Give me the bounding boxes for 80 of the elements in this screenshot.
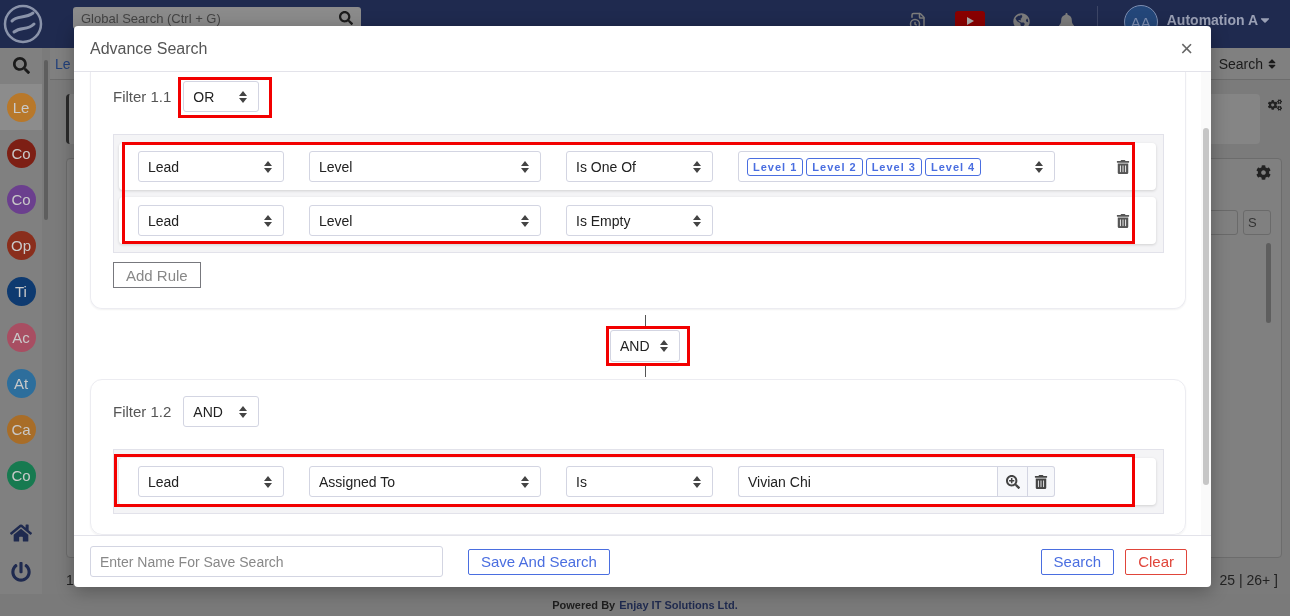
- sidebar-item[interactable]: Co: [0, 452, 42, 498]
- scrollbar-thumb[interactable]: [1266, 243, 1271, 323]
- sort-caret-icon: [264, 475, 272, 488]
- clear-value-button[interactable]: [1028, 466, 1055, 497]
- field-select[interactable]: Assigned To: [309, 466, 541, 497]
- group-operator-select[interactable]: AND: [183, 396, 260, 427]
- zoom-in-icon: [1005, 474, 1020, 489]
- operator-select[interactable]: Is Empty: [566, 205, 713, 236]
- sidebar-item[interactable]: At: [0, 360, 42, 406]
- clear-button[interactable]: Clear: [1125, 548, 1187, 575]
- trash-icon: [1034, 474, 1048, 489]
- module-avatar: Ti: [6, 276, 36, 306]
- filter-label: Filter 1.1: [113, 88, 172, 105]
- settings-icon[interactable]: [1256, 165, 1271, 180]
- value-select[interactable]: Level 1 Level 2 Level 3 Level 4: [738, 151, 1055, 182]
- module-avatar: At: [6, 368, 36, 398]
- filter-button[interactable]: S: [1243, 210, 1271, 235]
- module-avatar: Co: [6, 138, 36, 168]
- operator-select[interactable]: Is One Of: [566, 151, 713, 182]
- sidebar-item[interactable]: Op: [0, 222, 42, 268]
- sort-caret-icon: [693, 160, 701, 173]
- save-name-field[interactable]: Enter Name For Save Search: [90, 546, 443, 577]
- footer-text: Powered By: [552, 599, 616, 611]
- module-avatar: Co: [6, 184, 36, 214]
- dialog-title: Advance Search: [90, 39, 208, 58]
- logo-icon[interactable]: [3, 4, 43, 44]
- sort-caret-icon: [693, 475, 701, 488]
- value-tag: Level 3: [865, 157, 922, 176]
- delete-rule-button[interactable]: [1116, 159, 1130, 174]
- module-select[interactable]: Lead: [138, 151, 284, 182]
- value-tag: Level 4: [924, 157, 982, 176]
- operator-select[interactable]: Is: [566, 466, 713, 497]
- add-rule-button[interactable]: Add Rule: [113, 262, 201, 288]
- value-field[interactable]: Vivian Chi: [738, 466, 997, 497]
- sort-caret-icon: [239, 90, 248, 103]
- sort-caret-icon: [264, 214, 272, 227]
- delete-rule-button[interactable]: [1116, 213, 1130, 228]
- sort-caret-icon: [660, 340, 668, 352]
- value-tag: Level 2: [806, 157, 863, 176]
- search-icon[interactable]: [12, 56, 30, 74]
- pagination-text: 1: [66, 572, 74, 588]
- sidebar-item[interactable]: Ac: [0, 314, 42, 360]
- user-name[interactable]: Automation A: [1166, 12, 1258, 28]
- scrollbar-thumb[interactable]: [1203, 128, 1209, 485]
- sort-select[interactable]: Search: [1218, 55, 1278, 72]
- search-icon[interactable]: [339, 11, 353, 25]
- sort-caret-icon: [521, 475, 529, 488]
- search-button[interactable]: Search: [1040, 548, 1115, 575]
- sort-caret-icon: [239, 405, 248, 418]
- value-tag: Level 1: [747, 157, 804, 176]
- module-avatar: Ca: [6, 414, 36, 444]
- sort-icon: [1266, 57, 1278, 70]
- sort-caret-icon: [1035, 160, 1043, 173]
- save-and-search-button[interactable]: Save And Search: [468, 548, 610, 575]
- module-avatar: Op: [6, 230, 36, 260]
- module-avatar: Le: [6, 92, 36, 122]
- connector-operator-select[interactable]: AND: [610, 330, 680, 362]
- home-icon[interactable]: [10, 522, 32, 544]
- sort-caret-icon: [521, 160, 529, 173]
- pagination-text: 25 | 26+ ]: [1219, 572, 1278, 588]
- company-link[interactable]: Enjay IT Solutions Ltd.: [619, 599, 738, 611]
- close-button[interactable]: ×: [1178, 37, 1195, 60]
- sidebar-item[interactable]: Co: [0, 176, 42, 222]
- module-select[interactable]: Lead: [138, 205, 284, 236]
- module-avatar: Ac: [6, 322, 36, 352]
- sort-caret-icon: [521, 214, 529, 227]
- field-select[interactable]: Level: [309, 205, 541, 236]
- sort-caret-icon: [693, 214, 701, 227]
- field-select[interactable]: Level: [309, 151, 541, 182]
- sort-caret-icon: [264, 160, 272, 173]
- module-avatar: Co: [6, 460, 36, 490]
- power-icon[interactable]: [11, 562, 31, 582]
- settings-icon[interactable]: [1268, 98, 1282, 112]
- sidebar-item[interactable]: Co: [0, 130, 42, 176]
- sidebar-item[interactable]: Ti: [0, 268, 42, 314]
- global-search-field[interactable]: Global Search (Ctrl + G): [73, 7, 361, 29]
- group-operator-select[interactable]: OR: [183, 81, 260, 112]
- lookup-button[interactable]: [997, 466, 1028, 497]
- module-select[interactable]: Lead: [138, 466, 284, 497]
- filter-label: Filter 1.2: [113, 403, 172, 420]
